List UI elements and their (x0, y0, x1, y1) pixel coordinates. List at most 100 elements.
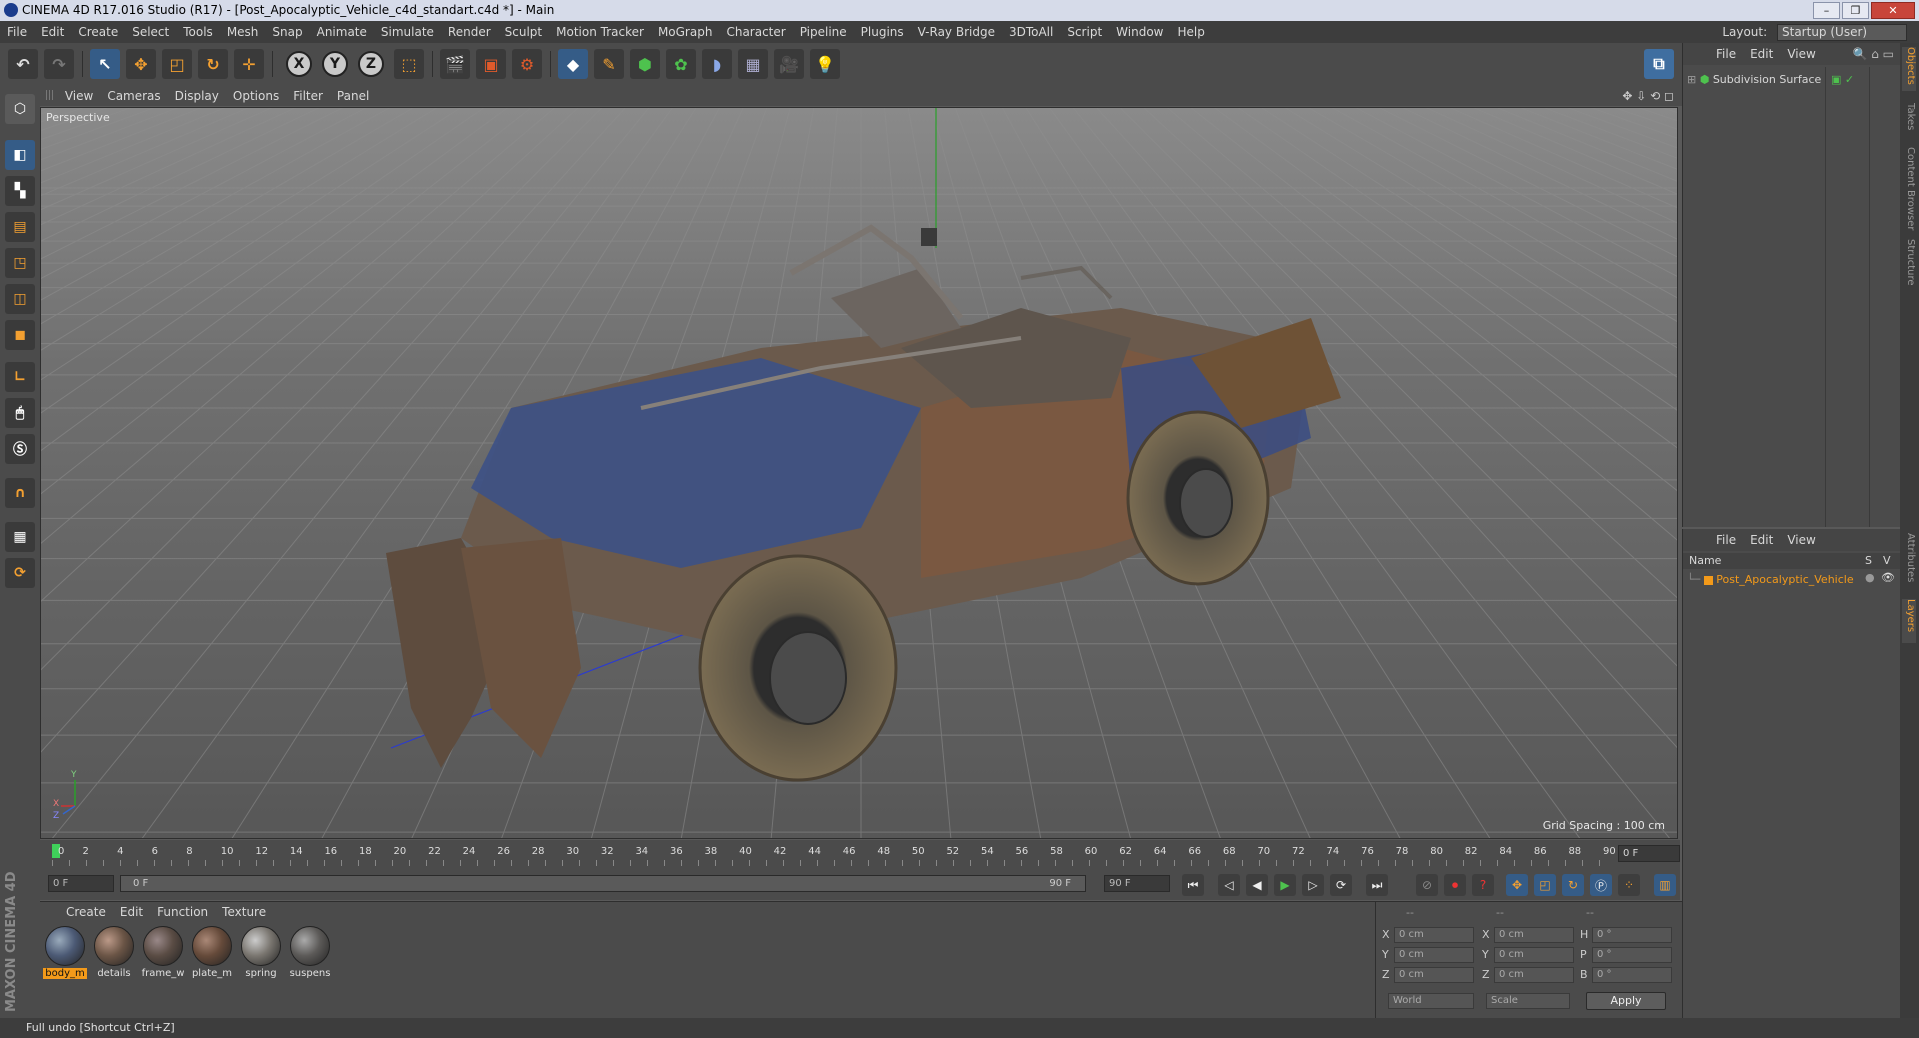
size-y-field[interactable]: 0 cm (1494, 947, 1574, 963)
material-swatch[interactable]: spring (239, 926, 283, 979)
render-view-icon[interactable]: 🎬 (440, 49, 470, 79)
enabled-check-icon[interactable]: ▣ ✓ (1831, 73, 1854, 86)
tab-structure[interactable]: Structure (1902, 239, 1916, 293)
material-menu-create[interactable]: Create (40, 902, 113, 922)
record-keys-icon[interactable]: ⏺ (1444, 874, 1466, 896)
pen-icon[interactable]: ✎ (594, 49, 624, 79)
menu-window[interactable]: Window (1109, 21, 1170, 43)
edges-mode-icon[interactable]: ◫ (5, 284, 35, 314)
menu-file[interactable]: File (0, 21, 34, 43)
y-axis-icon[interactable]: Y (322, 51, 348, 77)
apply-button[interactable]: Apply (1586, 992, 1666, 1010)
viewport-menu-options[interactable]: Options (226, 86, 286, 106)
menu-render[interactable]: Render (441, 21, 498, 43)
prev-key-icon[interactable]: ◁ (1218, 874, 1240, 896)
menu-motion-tracker[interactable]: Motion Tracker (549, 21, 651, 43)
key-rotation-icon[interactable]: ↻ (1562, 874, 1584, 896)
rotation-p-field[interactable]: 0 ° (1592, 947, 1672, 963)
menu-animate[interactable]: Animate (310, 21, 374, 43)
layer-solo-dot[interactable]: ● (1865, 571, 1875, 584)
layers-menu-edit[interactable]: Edit (1743, 529, 1780, 551)
layer-row[interactable]: └─ Post_Apocalyptic_Vehicle (1687, 571, 1854, 589)
light-icon[interactable]: 💡 (810, 49, 840, 79)
timeline-ruler[interactable]: 0 2 4 6 8 10 12 14 16 18 20 22 24 26 28 30 32 34 36 38 40 42 4… (40, 840, 1680, 870)
z-axis-icon[interactable]: Z (358, 51, 384, 77)
menu-mograph[interactable]: MoGraph (651, 21, 720, 43)
python-icon[interactable]: ⧉ (1644, 49, 1674, 79)
layers-column-visible[interactable]: V (1883, 553, 1891, 569)
layers-column-name[interactable]: Name (1689, 553, 1721, 569)
layout-dropdown[interactable]: Startup (User) (1777, 24, 1907, 41)
coordinate-mode-dropdown[interactable]: World (1388, 993, 1474, 1009)
axis-mode-icon[interactable]: ∟ (5, 362, 35, 392)
maximize-button[interactable]: ❐ (1842, 2, 1869, 19)
viewport-menu-view[interactable]: View (58, 86, 100, 106)
x-axis-icon[interactable]: X (286, 51, 312, 77)
objects-menu-view[interactable]: View (1780, 43, 1822, 65)
layers-menu-view[interactable]: View (1780, 529, 1822, 551)
snap-icon[interactable]: Ⓢ (5, 434, 35, 464)
menu-plugins[interactable]: Plugins (854, 21, 911, 43)
texture-mode-icon[interactable]: ▚ (5, 176, 35, 206)
menu-select[interactable]: Select (125, 21, 176, 43)
menu-simulate[interactable]: Simulate (374, 21, 441, 43)
material-swatch[interactable]: body_m (43, 926, 87, 979)
object-row-subdivision-surface[interactable]: ⊞ ⬢ Subdivision Surface (1687, 71, 1821, 89)
auto-key-icon[interactable]: ? (1472, 874, 1494, 896)
tab-attributes[interactable]: Attributes (1902, 533, 1916, 593)
position-z-field[interactable]: 0 cm (1394, 967, 1474, 983)
material-swatch[interactable]: frame_w (141, 926, 185, 979)
tab-takes[interactable]: Takes (1902, 103, 1916, 139)
menu-vray-bridge[interactable]: V-Ray Bridge (911, 21, 1002, 43)
rotation-b-field[interactable]: 0 ° (1592, 967, 1672, 983)
layers-menu-file[interactable]: File (1709, 529, 1743, 551)
viewport-menu-filter[interactable]: Filter (286, 86, 330, 106)
objects-menu-edit[interactable]: Edit (1743, 43, 1780, 65)
start-frame-field[interactable]: 0 F (48, 875, 114, 892)
cloner-icon[interactable]: ✿ (666, 49, 696, 79)
menu-character[interactable]: Character (719, 21, 792, 43)
key-position-icon[interactable]: ✥ (1506, 874, 1528, 896)
coordinate-system-icon[interactable]: ⬚ (394, 49, 424, 79)
close-button[interactable]: ✕ (1871, 2, 1915, 19)
material-menu-texture[interactable]: Texture (215, 902, 273, 922)
menu-pipeline[interactable]: Pipeline (793, 21, 854, 43)
material-swatch[interactable]: suspens (288, 926, 332, 979)
end-frame-field[interactable]: 90 F (1104, 875, 1170, 892)
layer-visible-eye-icon[interactable]: 👁 (1881, 571, 1895, 584)
deformer-icon[interactable]: ◗ (702, 49, 732, 79)
next-frame-icon[interactable]: ▷ (1302, 874, 1324, 896)
motion-record-icon[interactable]: ⊘ (1416, 874, 1438, 896)
planar-workplane-icon[interactable]: ⟳ (5, 558, 35, 588)
position-x-field[interactable]: 0 cm (1394, 927, 1474, 943)
menu-3dtoall[interactable]: 3DToAll (1002, 21, 1060, 43)
model-mode-icon[interactable]: ◧ (5, 140, 35, 170)
camera-icon[interactable]: 🎥 (774, 49, 804, 79)
rotate-icon[interactable]: ↻ (198, 49, 228, 79)
magnet-icon[interactable]: ∩ (5, 478, 35, 508)
points-mode-icon[interactable]: ◳ (5, 248, 35, 278)
size-z-field[interactable]: 0 cm (1494, 967, 1574, 983)
lock-workplane-icon[interactable]: ▦ (5, 522, 35, 552)
material-swatch[interactable]: details (92, 926, 136, 979)
preview-range-slider[interactable]: 0 F 90 F (120, 875, 1086, 892)
move-icon[interactable]: ✥ (126, 49, 156, 79)
current-frame-field[interactable]: 0 F (1618, 845, 1680, 862)
play-icon[interactable]: ▶ (1274, 874, 1296, 896)
menu-create[interactable]: Create (71, 21, 125, 43)
tweak-mode-icon[interactable]: 🖱 (5, 398, 35, 428)
cube-icon[interactable]: ◆ (558, 49, 588, 79)
transform-icon[interactable]: ✛ (234, 49, 264, 79)
redo-icon[interactable]: ↷ (44, 49, 74, 79)
viewport-menu-cameras[interactable]: Cameras (100, 86, 167, 106)
timeline-window-icon[interactable]: ▥ (1654, 874, 1676, 896)
size-x-field[interactable]: 0 cm (1494, 927, 1574, 943)
3d-viewport[interactable]: Y X Z Perspective Grid Spacing : 100 cm (40, 107, 1678, 839)
viewport-camera-label[interactable]: Perspective (46, 111, 110, 124)
material-menu-edit[interactable]: Edit (113, 902, 150, 922)
key-parameter-icon[interactable]: Ⓟ (1590, 874, 1612, 896)
tab-content-browser[interactable]: Content Browser (1902, 147, 1916, 233)
menu-help[interactable]: Help (1170, 21, 1211, 43)
objects-menu-file[interactable]: File (1709, 43, 1743, 65)
menu-tools[interactable]: Tools (176, 21, 220, 43)
